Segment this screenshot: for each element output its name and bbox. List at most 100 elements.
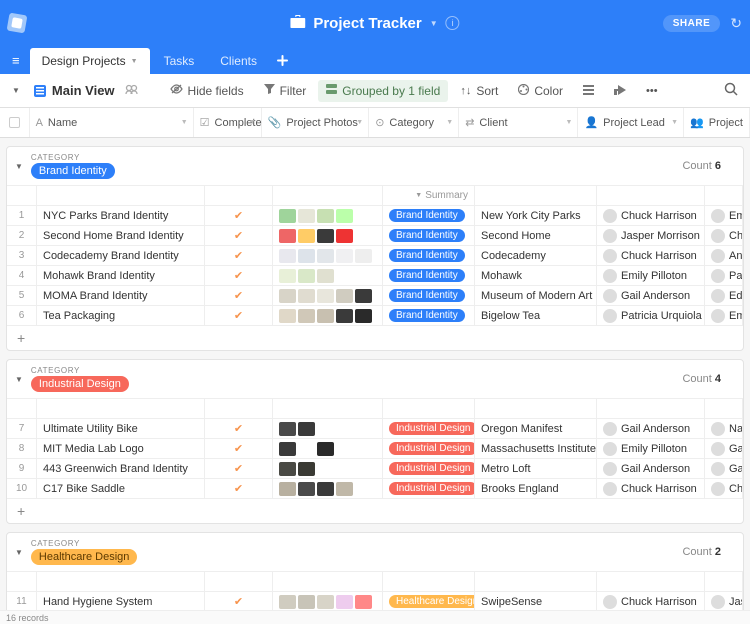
cell-team[interactable]: Eddie bbox=[705, 286, 743, 305]
column-name[interactable]: AName▼ bbox=[30, 108, 194, 137]
cell-team[interactable]: Gail A bbox=[705, 439, 743, 458]
photo-thumbnail[interactable] bbox=[279, 289, 296, 303]
cell-lead[interactable]: Chuck Harrison bbox=[597, 246, 705, 265]
cell-complete[interactable]: ✔ bbox=[205, 246, 273, 265]
hide-fields-button[interactable]: Hide fields bbox=[162, 80, 252, 102]
column-lead[interactable]: 👤Project Lead▼ bbox=[578, 108, 684, 137]
view-name[interactable]: Main View bbox=[28, 83, 121, 98]
photo-thumbnail[interactable] bbox=[279, 442, 296, 456]
table-row[interactable]: 10 C17 Bike Saddle ✔ Industrial Design B… bbox=[7, 478, 743, 498]
cell-category[interactable]: Brand Identity bbox=[383, 286, 475, 305]
cell-name[interactable]: Second Home Brand Identity bbox=[37, 226, 205, 245]
table-row[interactable]: 2 Second Home Brand Identity ✔ Brand Ide… bbox=[7, 225, 743, 245]
tab-clients[interactable]: Clients bbox=[208, 48, 269, 74]
photo-thumbnail[interactable] bbox=[298, 442, 315, 456]
chevron-down-icon[interactable]: ▼ bbox=[446, 119, 453, 126]
cell-complete[interactable]: ✔ bbox=[205, 592, 273, 610]
app-logo[interactable] bbox=[7, 13, 28, 34]
share-view-icon[interactable] bbox=[125, 84, 138, 98]
chevron-down-icon[interactable]: ▼ bbox=[566, 119, 573, 126]
group-button[interactable]: Grouped by 1 field bbox=[318, 80, 448, 102]
cell-lead[interactable]: Chuck Harrison bbox=[597, 592, 705, 610]
cell-team[interactable]: Anish bbox=[705, 246, 743, 265]
cell-lead[interactable]: Jasper Morrison bbox=[597, 226, 705, 245]
photo-thumbnail[interactable] bbox=[355, 289, 372, 303]
table-row[interactable]: 5 MOMA Brand Identity ✔ Brand Identity M… bbox=[7, 285, 743, 305]
cell-client[interactable]: Brooks England bbox=[475, 479, 597, 498]
cell-photos[interactable] bbox=[273, 226, 383, 245]
photo-thumbnail[interactable] bbox=[355, 595, 372, 609]
tab-tasks[interactable]: Tasks bbox=[152, 48, 207, 74]
cell-photos[interactable] bbox=[273, 439, 383, 458]
cell-lead[interactable]: Gail Anderson bbox=[597, 286, 705, 305]
photo-thumbnail[interactable] bbox=[298, 229, 315, 243]
photo-thumbnail[interactable] bbox=[298, 289, 315, 303]
color-button[interactable]: Color bbox=[510, 80, 571, 102]
photo-thumbnail[interactable] bbox=[336, 209, 353, 223]
cell-team[interactable]: Emily bbox=[705, 306, 743, 325]
cell-name[interactable]: C17 Bike Saddle bbox=[37, 479, 205, 498]
cell-photos[interactable] bbox=[273, 266, 383, 285]
cell-name[interactable]: Tea Packaging bbox=[37, 306, 205, 325]
collapse-icon[interactable]: ▼ bbox=[15, 162, 23, 171]
group-header[interactable]: ▼ CATEGORY Brand Identity Count 6 bbox=[7, 147, 743, 185]
collapse-icon[interactable]: ▼ bbox=[15, 375, 23, 384]
photo-thumbnail[interactable] bbox=[355, 249, 372, 263]
photo-thumbnail[interactable] bbox=[336, 249, 353, 263]
more-button[interactable]: ••• bbox=[638, 81, 666, 101]
cell-category[interactable]: Brand Identity bbox=[383, 246, 475, 265]
photo-thumbnail[interactable] bbox=[336, 595, 353, 609]
photo-thumbnail[interactable] bbox=[317, 595, 334, 609]
row-height-button[interactable] bbox=[575, 80, 602, 102]
cell-category[interactable]: Industrial Design bbox=[383, 459, 475, 478]
photo-thumbnail[interactable] bbox=[336, 309, 353, 323]
cell-name[interactable]: NYC Parks Brand Identity bbox=[37, 206, 205, 225]
cell-photos[interactable] bbox=[273, 459, 383, 478]
photo-thumbnail[interactable] bbox=[279, 269, 296, 283]
cell-category[interactable]: Brand Identity bbox=[383, 226, 475, 245]
photo-thumbnail[interactable] bbox=[279, 309, 296, 323]
photo-thumbnail[interactable] bbox=[336, 289, 353, 303]
photo-thumbnail[interactable] bbox=[355, 229, 372, 243]
group-header[interactable]: ▼ CATEGORY Healthcare Design Count 2 bbox=[7, 533, 743, 571]
column-category[interactable]: ⊙Category▼ bbox=[369, 108, 459, 137]
cell-team[interactable]: Gail A bbox=[705, 459, 743, 478]
cell-photos[interactable] bbox=[273, 286, 383, 305]
cell-client[interactable]: Oregon Manifest bbox=[475, 419, 597, 438]
column-photos[interactable]: 📎Project Photos▼ bbox=[262, 108, 370, 137]
cell-client[interactable]: Museum of Modern Art bbox=[475, 286, 597, 305]
cell-complete[interactable]: ✔ bbox=[205, 306, 273, 325]
cell-photos[interactable] bbox=[273, 419, 383, 438]
table-row[interactable]: 1 NYC Parks Brand Identity ✔ Brand Ident… bbox=[7, 205, 743, 225]
cell-client[interactable]: Massachusetts Institute of Tech bbox=[475, 439, 597, 458]
cell-lead[interactable]: Patricia Urquiola bbox=[597, 306, 705, 325]
cell-photos[interactable] bbox=[273, 306, 383, 325]
add-row-button[interactable]: + bbox=[7, 325, 743, 350]
cell-client[interactable]: Codecademy bbox=[475, 246, 597, 265]
cell-complete[interactable]: ✔ bbox=[205, 419, 273, 438]
cell-category[interactable]: Brand Identity bbox=[383, 206, 475, 225]
group-header[interactable]: ▼ CATEGORY Industrial Design Count 4 bbox=[7, 360, 743, 398]
cell-category[interactable]: Industrial Design bbox=[383, 439, 475, 458]
cell-team[interactable]: Chuck bbox=[705, 479, 743, 498]
header-title-group[interactable]: Project Tracker ▼ i bbox=[290, 15, 459, 32]
cell-category[interactable]: Brand Identity bbox=[383, 266, 475, 285]
cell-category[interactable]: Industrial Design bbox=[383, 479, 475, 498]
table-row[interactable]: 11 Hand Hygiene System ✔ Healthcare Desi… bbox=[7, 591, 743, 610]
cell-name[interactable]: Codecademy Brand Identity bbox=[37, 246, 205, 265]
photo-thumbnail[interactable] bbox=[279, 209, 296, 223]
photo-thumbnail[interactable] bbox=[298, 209, 315, 223]
history-icon[interactable]: ↻ bbox=[730, 15, 742, 32]
cell-complete[interactable]: ✔ bbox=[205, 286, 273, 305]
cell-team[interactable]: Naoto bbox=[705, 419, 743, 438]
cell-lead[interactable]: Emily Pilloton bbox=[597, 266, 705, 285]
collapse-icon[interactable]: ▼ bbox=[15, 548, 23, 557]
search-icon[interactable] bbox=[720, 78, 742, 103]
info-icon[interactable]: i bbox=[446, 16, 460, 30]
cell-category[interactable]: Industrial Design bbox=[383, 419, 475, 438]
cell-name[interactable]: Ultimate Utility Bike bbox=[37, 419, 205, 438]
cell-lead[interactable]: Chuck Harrison bbox=[597, 479, 705, 498]
photo-thumbnail[interactable] bbox=[317, 309, 334, 323]
cell-complete[interactable]: ✔ bbox=[205, 459, 273, 478]
cell-team[interactable]: Emily bbox=[705, 206, 743, 225]
